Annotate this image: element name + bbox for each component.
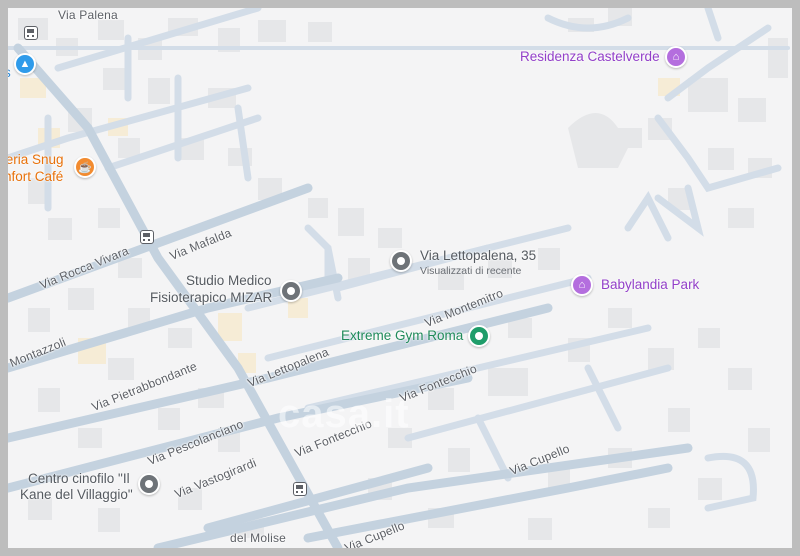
- babylandia-park-label[interactable]: Babylandia Park: [601, 277, 699, 293]
- bus-stop-icon[interactable]: [140, 230, 154, 244]
- place-pin-icon[interactable]: [390, 250, 412, 272]
- partial-label-2: s: [8, 65, 11, 81]
- gym-icon[interactable]: [468, 325, 490, 347]
- studio-medico-label-line2[interactable]: Fisioterapico MIZAR: [150, 290, 272, 306]
- extreme-gym-roma-label[interactable]: Extreme Gym Roma: [341, 328, 463, 344]
- place-pin-icon[interactable]: [138, 473, 160, 495]
- cafe-icon[interactable]: ☕: [74, 156, 96, 178]
- studio-medico-label-line1[interactable]: Studio Medico: [186, 273, 272, 289]
- centro-cinofilo-label-line2[interactable]: Kane del Villaggio": [20, 487, 133, 503]
- street-label-via-palena: Via Palena: [58, 8, 118, 22]
- landmark-icon[interactable]: ⌂: [571, 274, 593, 296]
- cafe-label-line1[interactable]: teria Snug: [8, 152, 64, 168]
- map-canvas[interactable]: Via Palena Via Rocca Vivara Via Mafalda …: [8, 8, 792, 548]
- place-pin-icon[interactable]: [280, 280, 302, 302]
- landmark-icon[interactable]: ⌂: [665, 46, 687, 68]
- recently-viewed-label: Visualizzati di recente: [420, 265, 522, 277]
- bus-stop-icon[interactable]: [24, 26, 38, 40]
- map-frame: Via Palena Via Rocca Vivara Via Mafalda …: [0, 0, 800, 556]
- residenza-castelverde-label[interactable]: Residenza Castelverde: [520, 49, 660, 65]
- cafe-label-line2[interactable]: nfort Café: [8, 169, 63, 185]
- bus-stop-icon[interactable]: [293, 482, 307, 496]
- shopping-icon[interactable]: ▲: [14, 53, 36, 75]
- street-label-del-molise: del Molise: [230, 531, 287, 545]
- watermark: casa.it: [278, 392, 410, 436]
- address-label[interactable]: Via Lettopalena, 35: [420, 248, 536, 264]
- centro-cinofilo-label-line1[interactable]: Centro cinofilo "Il: [28, 471, 130, 487]
